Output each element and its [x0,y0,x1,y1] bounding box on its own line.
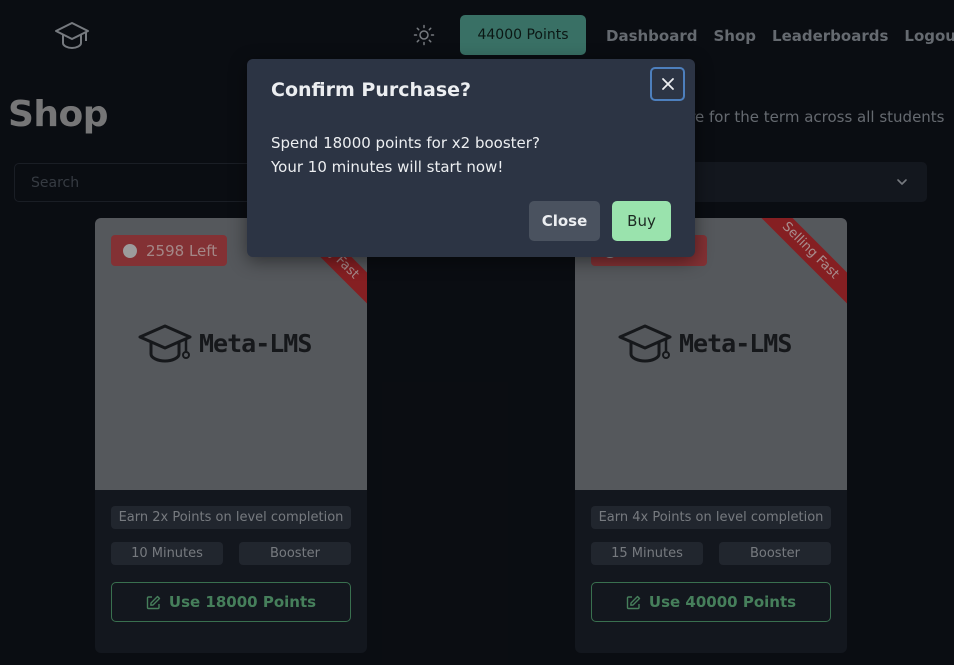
close-icon [661,78,674,90]
confirm-purchase-modal: Confirm Purchase? Spend 18000 points for… [247,59,695,257]
modal-message-line-1: Spend 18000 points for x2 booster? [271,134,540,152]
modal-close-button[interactable] [650,67,685,101]
buy-button[interactable]: Buy [612,201,671,241]
cancel-button[interactable]: Close [529,201,600,241]
modal-message-line-2: Your 10 minutes will start now! [271,158,504,176]
modal-body: Spend 18000 points for x2 booster? Your … [271,131,540,179]
modal-title: Confirm Purchase? [271,79,472,101]
